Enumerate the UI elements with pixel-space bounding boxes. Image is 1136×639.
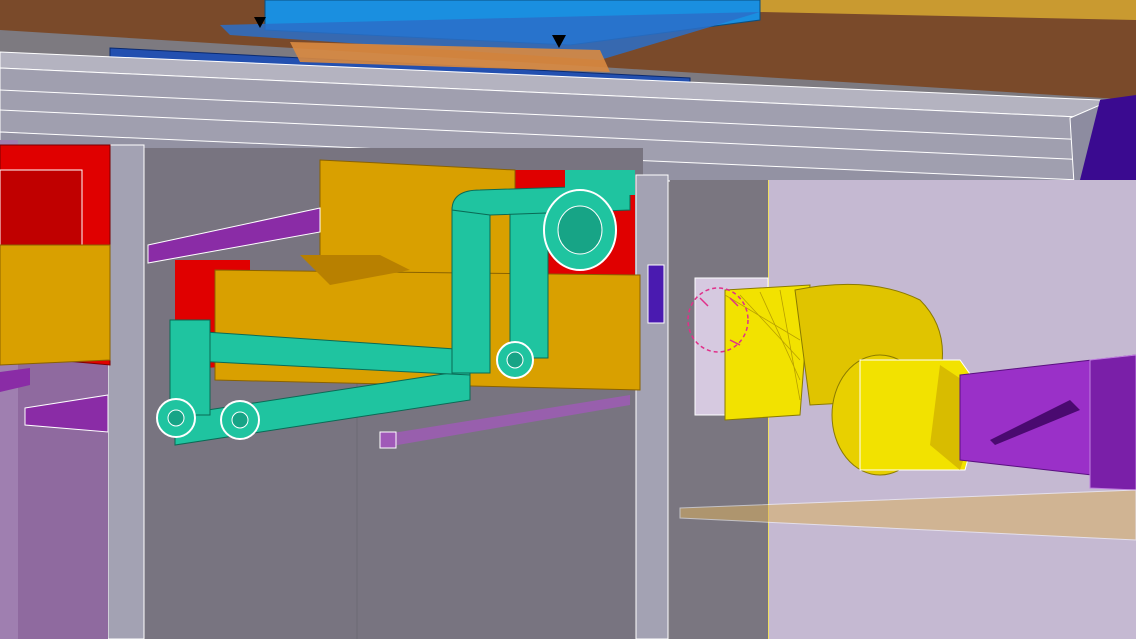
column[interactable] [107, 144, 145, 639]
pipe-end-cap-inner [167, 409, 185, 427]
pipe-end-cap-inner [557, 205, 603, 255]
cable-tray-end [379, 431, 397, 449]
fire-duct-red-inner [0, 169, 83, 249]
3d-model-viewport[interactable] [0, 0, 1136, 639]
pipe-end-cap-inner [231, 411, 249, 429]
mechanical-duct-orange[interactable] [0, 244, 111, 366]
pipe-end-cap-inner [506, 351, 524, 369]
column[interactable] [635, 174, 669, 639]
wall-bracket[interactable] [647, 264, 665, 324]
